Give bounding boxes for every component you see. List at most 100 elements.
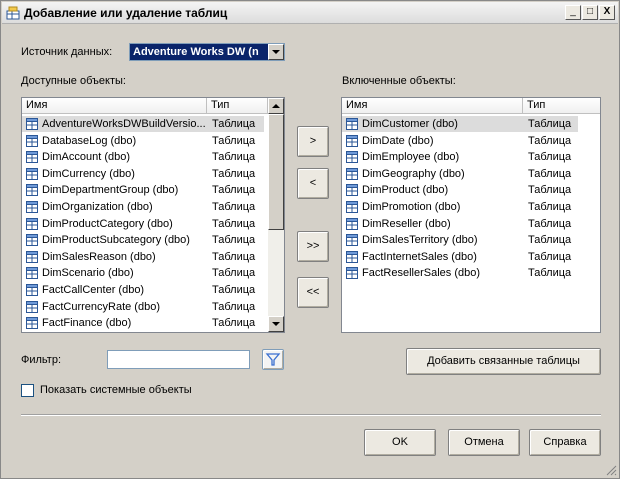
table-icon [346,217,358,230]
title-bar[interactable]: Добавление или удаление таблиц _ □ X [2,2,618,24]
list-item-name: FactInternetSales (dbo) [362,250,477,263]
list-item[interactable]: FactInternetSales (dbo) Таблица [342,249,578,265]
add-selected-button[interactable]: > [297,126,329,157]
list-item-type: Таблица [212,300,256,313]
list-item[interactable]: DatabaseLog (dbo) Таблица [22,133,264,149]
list-item[interactable]: DimAccount (dbo) Таблица [22,149,264,165]
table-icon [26,300,38,313]
table-icon [26,217,38,230]
add-all-button[interactable]: >> [297,231,329,262]
list-item[interactable]: FactFinance (dbo) Таблица [22,315,264,331]
included-list[interactable]: Имя Тип DimCustomer (dbo) Таблица DimDate … [341,97,601,333]
list-item-type: Таблица [212,118,256,130]
list-item-type: Таблица [528,267,572,280]
list-item[interactable]: DimPromotion (dbo) Таблица [342,199,578,215]
list-item-type: Таблица [212,217,256,230]
close-button[interactable]: X [599,5,615,20]
list-item-type: Таблица [212,234,256,247]
help-button[interactable]: Справка [529,429,601,456]
apply-filter-button[interactable] [262,349,284,370]
source-value: Adventure Works DW (n [133,46,259,58]
list-item-name: DimEmployee (dbo) [362,151,460,164]
table-icon [26,267,38,280]
list-item[interactable]: DimDepartmentGroup (dbo) Таблица [22,182,264,198]
list-item[interactable]: FactCurrencyRate (dbo) Таблица [22,299,264,315]
list-item-name: FactCallCenter (dbo) [42,284,145,296]
table-icon [346,267,358,280]
list-item-name: DimProduct (dbo) [362,184,449,197]
available-list-header: Имя Тип [22,98,268,114]
add-related-tables-label: Добавить связанные таблицы [427,355,580,367]
list-item[interactable]: DimGeography (dbo) Таблица [342,166,578,182]
included-label: Включенные объекты: [342,75,456,87]
list-item[interactable]: DimCurrency (dbo) Таблица [22,166,264,182]
list-item[interactable]: FactCallCenter (dbo) Таблица [22,282,264,298]
list-item-name: DimProductSubcategory (dbo) [42,234,190,247]
list-item-name: AdventureWorksDWBuildVersio... [42,118,206,130]
list-item[interactable]: DimScenario (dbo) Таблица [22,265,264,281]
list-item[interactable]: DimEmployee (dbo) Таблица [342,149,578,165]
table-icon [346,151,358,164]
list-item-type: Таблица [528,184,572,197]
scroll-down-button[interactable] [268,316,284,332]
list-item-type: Таблица [212,267,256,280]
list-item-name: DimScenario (dbo) [42,267,134,280]
scrollbar-thumb[interactable] [268,114,284,230]
table-icon [26,284,38,296]
list-item[interactable]: DimProductCategory (dbo) Таблица [22,216,264,232]
list-item[interactable]: DimSalesReason (dbo) Таблица [22,249,264,265]
source-combobox[interactable]: Adventure Works DW (n [129,43,285,61]
included-list-header: Имя Тип [342,98,600,114]
list-item-type: Таблица [528,118,572,130]
table-icon [26,134,38,147]
ok-button[interactable]: OK [364,429,436,456]
list-item-type: Таблица [212,250,256,263]
filter-input[interactable] [107,350,250,369]
column-header-name-label: Имя [26,99,48,111]
scroll-up-button[interactable] [268,98,284,114]
list-item-type: Таблица [212,317,256,330]
list-item-name: FactFinance (dbo) [42,317,132,330]
column-header-type[interactable]: Тип [523,98,600,114]
list-item[interactable]: DimReseller (dbo) Таблица [342,216,578,232]
list-item[interactable]: FactResellerSales (dbo) Таблица [342,265,578,281]
add-selected-label: > [309,135,317,147]
combobox-dropdown-button[interactable] [268,44,284,60]
list-item[interactable]: AdventureWorksDWBuildVersio... Таблица [22,116,264,132]
add-related-tables-button[interactable]: Добавить связанные таблицы [406,348,601,375]
list-item[interactable]: DimDate (dbo) Таблица [342,133,578,149]
filter-icon [265,353,281,366]
minimize-button[interactable]: _ [565,5,581,20]
list-item[interactable]: DimOrganization (dbo) Таблица [22,199,264,215]
available-list[interactable]: Имя Тип AdventureWorksDWBuildVersio... Та… [21,97,285,333]
list-item[interactable]: DimProductSubcategory (dbo) Таблица [22,232,264,248]
list-item[interactable]: DimCustomer (dbo) Таблица [342,116,578,132]
cancel-button[interactable]: Отмена [448,429,520,456]
column-header-name[interactable]: Имя [22,98,207,114]
list-item-name: DatabaseLog (dbo) [42,134,137,147]
available-scrollbar[interactable] [268,98,284,332]
remove-selected-button[interactable]: < [297,168,329,199]
list-item-type: Таблица [212,284,256,296]
show-system-objects-checkbox[interactable] [21,384,34,397]
table-icon [26,167,38,180]
column-header-name[interactable]: Имя [342,98,523,114]
list-item[interactable]: DimSalesTerritory (dbo) Таблица [342,232,578,248]
remove-selected-label: < [309,177,317,189]
list-item-name: DimSalesTerritory (dbo) [362,234,478,247]
list-item-name: DimPromotion (dbo) [362,201,461,213]
remove-all-button[interactable]: << [297,277,329,308]
table-icon [346,134,358,147]
column-header-type-label: Тип [527,99,546,111]
resize-grip-icon[interactable] [605,464,617,476]
list-item[interactable]: DimProduct (dbo) Таблица [342,182,578,198]
app-table-icon [6,6,20,20]
list-item-name: DimGeography (dbo) [362,167,465,180]
column-header-type[interactable]: Тип [207,98,268,114]
table-icon [26,184,38,197]
table-icon [346,184,358,197]
arrow-down-icon [272,322,280,326]
list-item-name: DimDepartmentGroup (dbo) [42,184,179,197]
maximize-button[interactable]: □ [582,5,598,20]
table-icon [346,201,358,213]
